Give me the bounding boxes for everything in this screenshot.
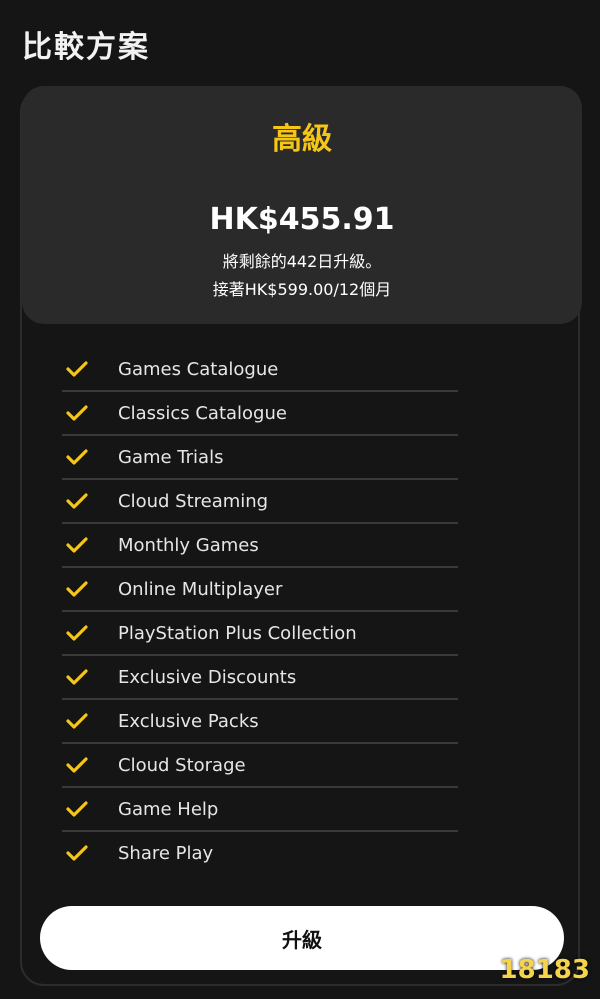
plan-name: 高級: [272, 122, 332, 157]
feature-item: Online Multiplayer: [62, 570, 458, 612]
page-title: 比較方案: [22, 30, 150, 65]
check-icon: [66, 405, 88, 421]
check-icon: [66, 713, 88, 729]
feature-label: Game Trials: [118, 447, 224, 468]
check-icon: [66, 845, 88, 861]
feature-item: PlayStation Plus Collection: [62, 614, 458, 656]
upgrade-note: 將剩餘的442日升級。: [222, 252, 382, 271]
watermark-logo: 18183: [499, 955, 590, 985]
feature-item: Game Help: [62, 790, 458, 832]
check-icon: [66, 449, 88, 465]
feature-item: Monthly Games: [62, 526, 458, 568]
feature-item: Exclusive Discounts: [62, 658, 458, 700]
feature-label: Online Multiplayer: [118, 579, 283, 600]
check-icon: [66, 669, 88, 685]
feature-label: PlayStation Plus Collection: [118, 623, 357, 644]
feature-item: Exclusive Packs: [62, 702, 458, 744]
upgrade-button[interactable]: 升級: [40, 906, 564, 970]
plan-price: HK$455.91: [209, 202, 395, 237]
check-icon: [66, 537, 88, 553]
feature-label: Cloud Streaming: [118, 491, 269, 512]
feature-label: Classics Catalogue: [118, 403, 287, 424]
check-icon: [66, 801, 88, 817]
feature-label: Monthly Games: [118, 535, 259, 556]
plan-card: 高級 HK$455.91 將剩餘的442日升級。 接著HK$599.00/12個…: [22, 86, 582, 324]
check-icon: [66, 757, 88, 773]
feature-list: Games Catalogue Classics Catalogue Game Tr…: [62, 350, 458, 878]
feature-item: Share Play: [62, 834, 458, 876]
feature-label: Cloud Storage: [118, 755, 246, 776]
feature-label: Game Help: [118, 799, 219, 820]
feature-item: Cloud Streaming: [62, 482, 458, 524]
check-icon: [66, 361, 88, 377]
renewal-note: 接著HK$599.00/12個月: [212, 280, 392, 299]
feature-item: Game Trials: [62, 438, 458, 480]
check-icon: [66, 625, 88, 641]
feature-label: Games Catalogue: [118, 359, 279, 380]
feature-label: Exclusive Discounts: [118, 667, 297, 688]
check-icon: [66, 581, 88, 597]
feature-item: Games Catalogue: [62, 350, 458, 392]
feature-item: Classics Catalogue: [62, 394, 458, 436]
check-icon: [66, 493, 88, 509]
feature-label: Share Play: [118, 843, 214, 864]
feature-item: Cloud Storage: [62, 746, 458, 788]
feature-label: Exclusive Packs: [118, 711, 259, 732]
